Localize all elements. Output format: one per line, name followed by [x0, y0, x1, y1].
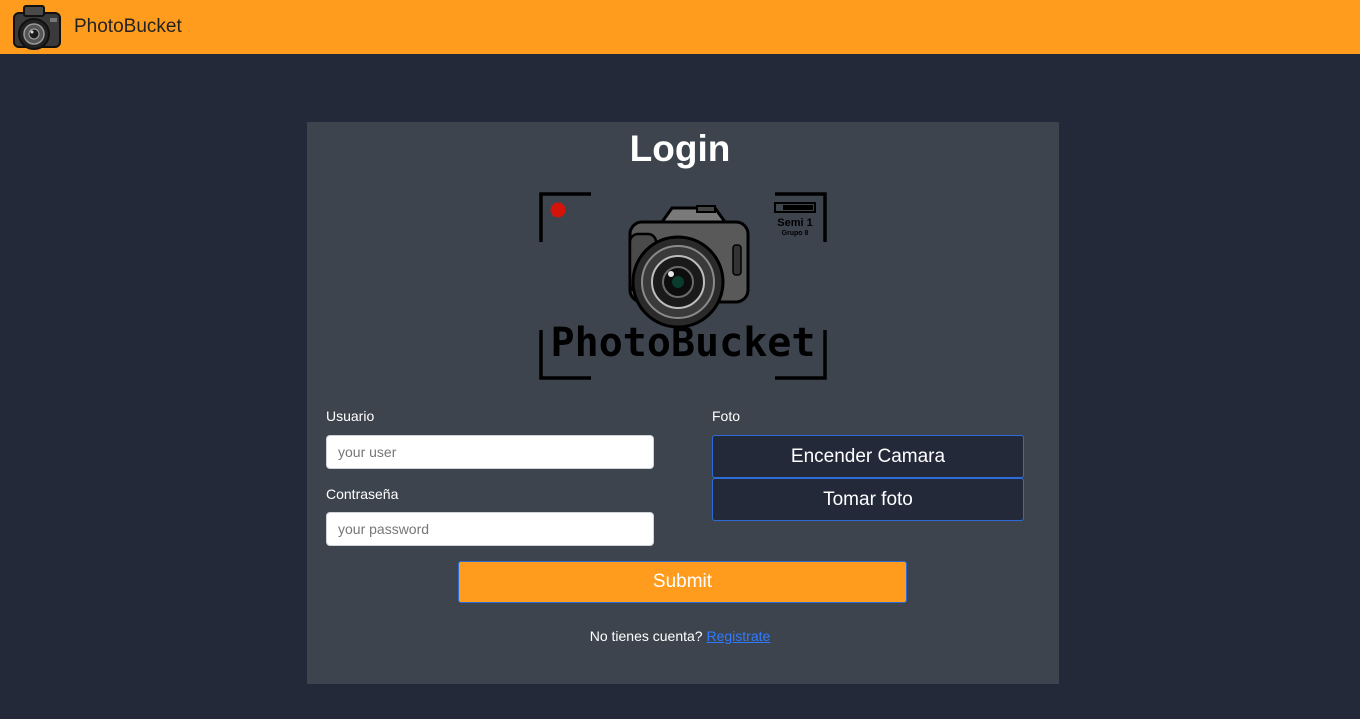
camera-illustration-icon [628, 205, 750, 329]
photobucket-logo: Semi 1 Grupo 8 PhotoBucket [539, 192, 827, 380]
take-photo-button[interactable]: Tomar foto [712, 478, 1024, 521]
no-account-text: No tienes cuenta? [589, 628, 703, 644]
password-input[interactable] [326, 512, 654, 546]
logo-corner-text-2: Grupo 8 [782, 230, 809, 237]
login-title: Login [629, 128, 731, 169]
register-link[interactable]: Registrate [706, 628, 770, 644]
record-dot-icon [550, 202, 566, 218]
camera-logo-icon[interactable] [10, 1, 66, 53]
user-input[interactable] [326, 435, 654, 469]
logo-brand-text: PhotoBucket [551, 320, 816, 366]
register-prompt: No tienes cuenta? Registrate [0, 628, 1360, 644]
turn-on-camera-button[interactable]: Encender Camara [712, 435, 1024, 478]
top-navbar: PhotoBucket [0, 0, 1360, 54]
submit-button[interactable]: Submit [458, 561, 907, 603]
logo-corner-text-1: Semi 1 [777, 217, 812, 229]
user-label: Usuario [326, 408, 375, 424]
brand-title[interactable]: PhotoBucket [74, 16, 182, 38]
password-label: Contraseña [326, 486, 399, 502]
photo-label: Foto [712, 408, 741, 424]
